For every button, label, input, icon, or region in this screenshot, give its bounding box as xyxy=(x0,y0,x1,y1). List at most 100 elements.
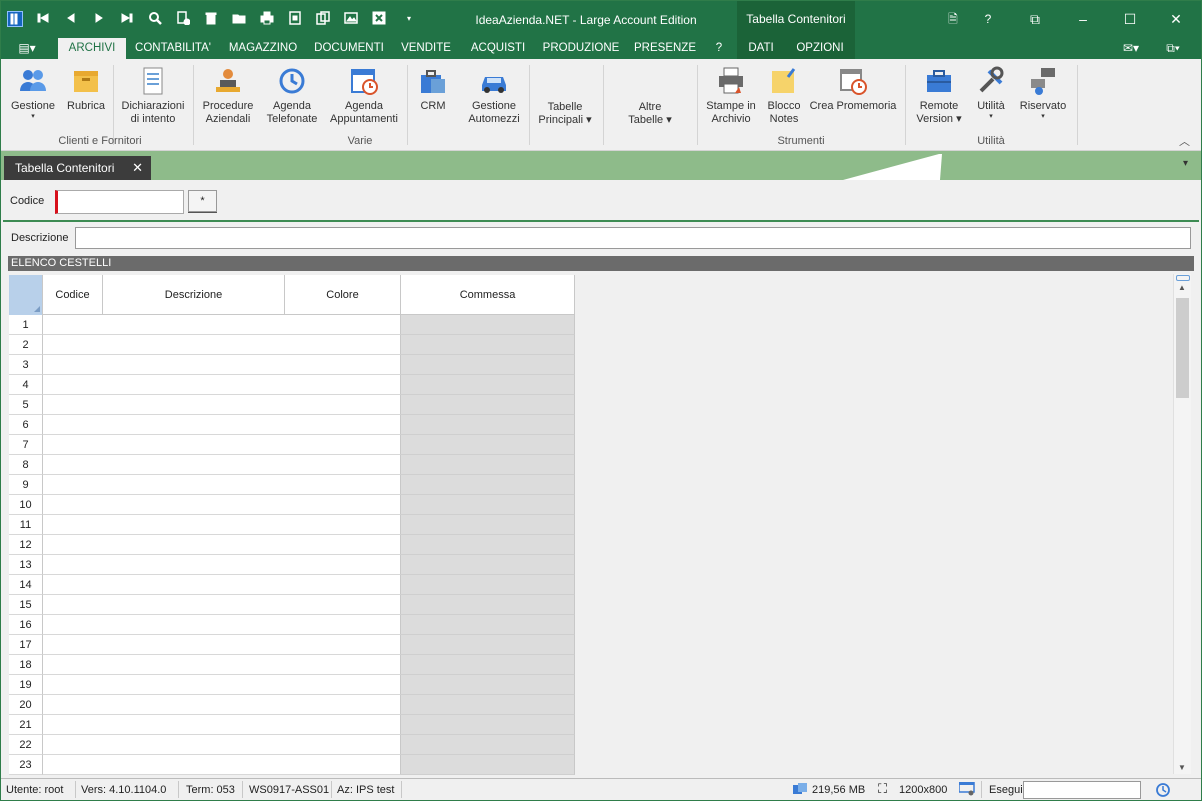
help-button[interactable]: ? xyxy=(973,9,1003,29)
last-record-icon[interactable] xyxy=(119,11,135,27)
app-logo-icon[interactable] xyxy=(7,11,23,27)
search-icon[interactable] xyxy=(147,11,163,27)
row-cell-editable[interactable] xyxy=(43,415,401,435)
row-cell-editable[interactable] xyxy=(43,535,401,555)
gestione-button[interactable]: Gestione ▾ xyxy=(7,65,59,121)
customize-dropdown-icon[interactable]: ▾ xyxy=(401,11,417,27)
procedure-aziendali-button[interactable]: Procedure Aziendali xyxy=(197,65,259,126)
row-cell-editable[interactable] xyxy=(43,595,401,615)
doc-tab-tabella-contenitori[interactable]: Tabella Contenitori ✕ xyxy=(4,156,151,180)
column-header-descrizione[interactable]: Descrizione xyxy=(103,275,285,315)
table-row[interactable]: 3 xyxy=(9,355,575,375)
tab-documenti[interactable]: DOCUMENTI xyxy=(308,38,390,59)
restore-layout-button[interactable]: ⧉ xyxy=(1020,9,1050,29)
riservato-button[interactable]: Riservato ▾ xyxy=(1015,65,1071,121)
table-row[interactable]: 18 xyxy=(9,655,575,675)
table-row[interactable]: 20 xyxy=(9,695,575,715)
column-header-commessa[interactable]: Commessa xyxy=(401,275,575,315)
copy-icon[interactable] xyxy=(315,11,331,27)
altre-tabelle-button[interactable]: Altre Tabelle ▾ xyxy=(615,101,685,127)
row-cell-editable[interactable] xyxy=(43,375,401,395)
table-row[interactable]: 13 xyxy=(9,555,575,575)
row-cell-editable[interactable] xyxy=(43,695,401,715)
agenda-telefonate-button[interactable]: Agenda Telefonate xyxy=(261,65,323,126)
row-cell-editable[interactable] xyxy=(43,575,401,595)
tab-opzioni[interactable]: OPZIONI xyxy=(785,38,855,59)
crm-button[interactable]: CRM xyxy=(413,65,453,113)
rubrica-button[interactable]: Rubrica xyxy=(63,65,109,113)
minimize-button[interactable]: – xyxy=(1068,9,1098,29)
new-record-icon[interactable] xyxy=(175,11,191,27)
column-header-codice[interactable]: Codice xyxy=(43,275,103,315)
row-cell-editable[interactable] xyxy=(43,555,401,575)
table-row[interactable]: 2 xyxy=(9,335,575,355)
close-icon[interactable]: ✕ xyxy=(132,156,143,180)
utilita-button[interactable]: Utilità ▾ xyxy=(971,65,1011,121)
row-cell-editable[interactable] xyxy=(43,735,401,755)
stampe-archivio-button[interactable]: Stampe in Archivio xyxy=(701,65,761,126)
history-icon[interactable] xyxy=(1155,782,1171,798)
export-icon[interactable] xyxy=(287,11,303,27)
cancel-icon[interactable] xyxy=(371,11,387,27)
row-cell-editable[interactable] xyxy=(43,615,401,635)
row-cell-editable[interactable] xyxy=(43,475,401,495)
row-cell-editable[interactable] xyxy=(43,315,434,335)
table-row[interactable]: 14 xyxy=(9,575,575,595)
table-row[interactable]: 23 xyxy=(9,755,575,775)
tab-list-dropdown-icon[interactable]: ▾ xyxy=(1183,158,1188,169)
tab-archivi[interactable]: ARCHIVI xyxy=(58,38,126,59)
grid-select-all[interactable] xyxy=(9,275,43,315)
tab-dati[interactable]: DATI xyxy=(737,38,785,59)
table-row[interactable]: 8 xyxy=(9,455,575,475)
row-cell-editable[interactable] xyxy=(43,635,401,655)
delete-icon[interactable] xyxy=(203,11,219,27)
table-row[interactable]: 17 xyxy=(9,635,575,655)
file-menu-icon[interactable]: ▤▾ xyxy=(9,38,45,59)
close-button[interactable]: ✕ xyxy=(1161,9,1191,29)
blocco-notes-button[interactable]: Blocco Notes xyxy=(763,65,805,126)
row-cell-editable[interactable] xyxy=(43,655,401,675)
previous-record-icon[interactable] xyxy=(63,11,79,27)
scroll-down-icon[interactable]: ▼ xyxy=(1178,763,1186,772)
row-cell-editable[interactable] xyxy=(43,335,401,355)
table-row[interactable]: 1 xyxy=(9,315,575,335)
next-record-icon[interactable] xyxy=(91,11,107,27)
window-layout-icon[interactable]: ⧉▾ xyxy=(1157,38,1189,59)
row-cell-editable[interactable] xyxy=(43,435,401,455)
table-row[interactable]: 11 xyxy=(9,515,575,535)
table-row[interactable]: 15 xyxy=(9,595,575,615)
screen-settings-icon[interactable] xyxy=(958,781,975,796)
image-icon[interactable] xyxy=(343,11,359,27)
dichiarazioni-button[interactable]: Dichiarazioni di intento xyxy=(117,65,189,126)
row-cell-editable[interactable] xyxy=(43,355,401,375)
tab-vendite[interactable]: VENDITE xyxy=(395,38,457,59)
descrizione-input[interactable] xyxy=(75,227,1191,249)
maximize-button[interactable]: ☐ xyxy=(1115,9,1145,29)
row-cell-editable[interactable] xyxy=(43,515,401,535)
table-row[interactable]: 6 xyxy=(9,415,575,435)
column-header-colore[interactable]: Colore xyxy=(285,275,401,315)
agenda-appuntamenti-button[interactable]: Agenda Appuntamenti xyxy=(327,65,401,126)
lookup-button[interactable]: * xyxy=(188,190,217,212)
vertical-scrollbar[interactable]: ▲ ▼ xyxy=(1173,274,1191,774)
esegui-input[interactable] xyxy=(1023,781,1141,799)
tab-acquisti[interactable]: ACQUISTI xyxy=(463,38,533,59)
table-row[interactable]: 9 xyxy=(9,475,575,495)
scrollbar-thumb[interactable] xyxy=(1176,298,1189,398)
table-row[interactable]: 16 xyxy=(9,615,575,635)
row-cell-editable[interactable] xyxy=(43,755,401,775)
open-folder-icon[interactable] xyxy=(231,11,247,27)
row-cell-editable[interactable] xyxy=(43,715,401,735)
tab-magazzino[interactable]: MAGAZZINO xyxy=(222,38,304,59)
table-row[interactable]: 12 xyxy=(9,535,575,555)
gestione-automezzi-button[interactable]: Gestione Automezzi xyxy=(463,65,525,126)
row-cell-editable[interactable] xyxy=(43,455,401,475)
table-row[interactable]: 21 xyxy=(9,715,575,735)
tab-presenze[interactable]: PRESENZE xyxy=(629,38,701,59)
first-record-icon[interactable] xyxy=(35,11,51,27)
table-row[interactable]: 5 xyxy=(9,395,575,415)
fullscreen-icon[interactable]: ⛶ xyxy=(878,781,887,797)
row-cell-editable[interactable] xyxy=(43,675,401,695)
tab-contabilita[interactable]: CONTABILITA' xyxy=(128,38,218,59)
mail-icon[interactable]: ✉▾ xyxy=(1115,38,1147,59)
